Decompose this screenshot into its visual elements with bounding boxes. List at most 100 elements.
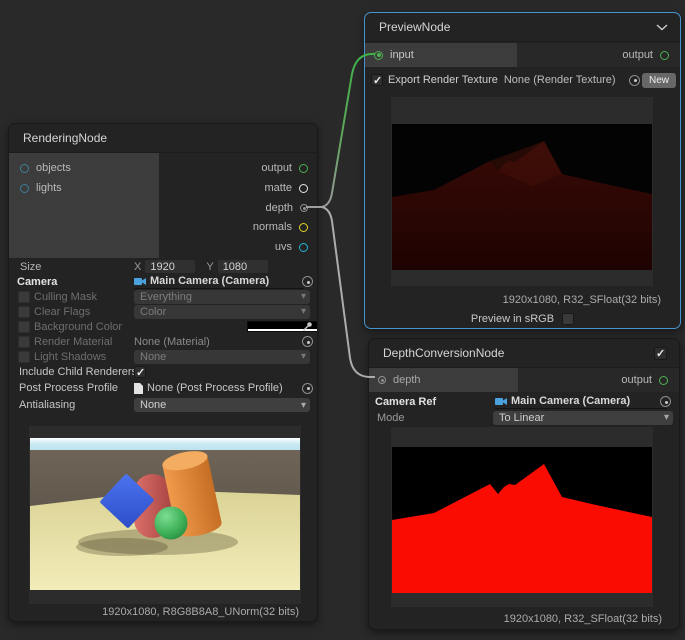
port-normals[interactable]: normals [253, 218, 308, 236]
depth-conversion-node-title: DepthConversionNode [383, 346, 504, 360]
eyedropper-icon[interactable] [302, 321, 313, 332]
port-objects[interactable]: objects [20, 159, 71, 177]
clear-flags-dropdown[interactable]: Color [134, 305, 310, 319]
depth-output-port-icon[interactable] [659, 376, 668, 385]
normals-port-icon[interactable] [299, 223, 308, 232]
camera-icon [134, 277, 146, 286]
export-render-texture-value[interactable]: None (Render Texture) [504, 74, 616, 86]
output-port-label: output [261, 162, 292, 174]
depth-port-label: depth [265, 202, 293, 214]
node-graph-canvas[interactable]: { "rendering_node": { "title": "Renderin… [0, 0, 685, 640]
output-port-icon[interactable] [299, 164, 308, 173]
clear-flags-override-checkbox[interactable] [18, 306, 30, 318]
camera-ref-icon [495, 397, 507, 406]
antialiasing-dropdown[interactable]: None [134, 398, 310, 412]
depth-conversion-ports: depth output [369, 368, 679, 392]
post-process-profile-label: Post Process Profile [19, 382, 118, 394]
post-process-profile-picker-icon[interactable] [302, 383, 313, 394]
rendering-node-header[interactable]: RenderingNode [9, 124, 317, 153]
rendering-node-preview [29, 426, 301, 604]
depth-port-icon[interactable] [300, 204, 308, 212]
depth-conversion-preview [391, 427, 653, 607]
background-color-label: Background Color [34, 321, 122, 333]
port-preview-output[interactable]: output [622, 43, 669, 67]
include-child-renderers-row: Include Child Renderers [9, 364, 317, 379]
light-shadows-override-checkbox[interactable] [18, 351, 30, 363]
size-x-field[interactable]: 1920 [145, 260, 195, 273]
lights-port-icon[interactable] [20, 184, 29, 193]
new-render-texture-button[interactable]: New [642, 73, 676, 88]
matte-port-icon[interactable] [299, 184, 308, 193]
render-material-picker-icon[interactable] [302, 336, 313, 347]
preview-output-port-label: output [622, 49, 653, 61]
camera-ref-picker-icon[interactable] [660, 396, 671, 407]
depth-conversion-node[interactable]: DepthConversionNode depth output Camera … [368, 338, 680, 630]
profile-asset-icon [134, 383, 143, 394]
port-uvs[interactable]: uvs [275, 238, 308, 256]
chevron-down-icon[interactable] [656, 24, 668, 31]
scene-preview-image [30, 438, 300, 590]
clear-flags-label: Clear Flags [34, 306, 90, 318]
depth-input-port-label: depth [393, 374, 421, 386]
matte-port-label: matte [264, 182, 292, 194]
rendering-node[interactable]: RenderingNode objects lights output matt… [8, 123, 318, 622]
rendering-node-title: RenderingNode [23, 131, 107, 145]
render-material-override-checkbox[interactable] [18, 336, 30, 348]
size-y-field[interactable]: 1080 [218, 260, 268, 273]
input-port-icon[interactable] [374, 51, 383, 60]
depth-conversion-preview-caption: 1920x1080, R32_SFloat(32 bits) [504, 613, 662, 625]
clear-flags-row: Clear Flags Color [9, 304, 317, 319]
light-shadows-label: Light Shadows [34, 351, 106, 363]
culling-mask-row: Culling Mask Everything [9, 289, 317, 304]
background-color-override-checkbox[interactable] [18, 321, 30, 333]
include-child-renderers-label: Include Child Renderers [19, 366, 137, 378]
camera-ref-row: Camera Ref Main Camera (Camera) [369, 394, 679, 409]
export-render-texture-row: Export Render Texture None (Render Textu… [365, 71, 680, 89]
depth-output-port-label: output [621, 374, 652, 386]
culling-mask-label: Culling Mask [34, 291, 97, 303]
rendering-node-preview-caption: 1920x1080, R8G8B8A8_UNorm(32 bits) [102, 606, 299, 618]
post-process-profile-field[interactable]: None (Post Process Profile) [134, 382, 283, 394]
port-lights[interactable]: lights [20, 179, 62, 197]
depth-raw-preview-image [392, 124, 652, 270]
depth-conversion-node-header[interactable]: DepthConversionNode [369, 339, 679, 368]
input-port-label: input [390, 49, 414, 61]
port-depth-input[interactable]: depth [378, 368, 421, 392]
depth-conversion-enabled-checkbox[interactable] [654, 347, 667, 360]
light-shadows-dropdown[interactable]: None [134, 350, 310, 364]
culling-mask-override-checkbox[interactable] [18, 291, 30, 303]
camera-picker-icon[interactable] [302, 276, 313, 287]
preview-node[interactable]: PreviewNode input output Export Render T… [364, 12, 681, 329]
preview-node-ports: input output [365, 43, 680, 67]
preview-node-header[interactable]: PreviewNode [365, 13, 680, 42]
port-input[interactable]: input [374, 43, 414, 67]
antialiasing-row: Antialiasing None [9, 397, 317, 413]
include-child-renderers-checkbox[interactable] [134, 366, 146, 378]
export-render-texture-checkbox[interactable] [371, 74, 383, 86]
light-shadows-row: Light Shadows None [9, 349, 317, 364]
mode-dropdown[interactable]: To Linear [493, 411, 673, 425]
port-depth[interactable]: depth [265, 199, 308, 217]
camera-object-field[interactable]: Main Camera (Camera) [134, 275, 304, 289]
rendering-node-ports: objects lights output matte depth normal… [9, 153, 317, 258]
mode-label: Mode [377, 412, 405, 424]
preview-srgb-checkbox[interactable] [562, 313, 574, 325]
depth-linear-preview-image [392, 447, 652, 593]
size-x-label: X [134, 261, 141, 273]
render-material-row: Render Material None (Material) [9, 334, 317, 349]
camera-label: Camera [17, 276, 57, 288]
export-render-texture-picker-icon[interactable] [629, 75, 640, 86]
port-output[interactable]: output [261, 159, 308, 177]
size-row: Size X 1920 Y 1080 [9, 259, 317, 274]
uvs-port-icon[interactable] [299, 243, 308, 252]
depth-input-port-icon[interactable] [378, 376, 386, 384]
culling-mask-dropdown[interactable]: Everything [134, 290, 310, 304]
preview-output-port-icon[interactable] [660, 51, 669, 60]
port-matte[interactable]: matte [264, 179, 308, 197]
objects-port-icon[interactable] [20, 164, 29, 173]
camera-row: Camera Main Camera (Camera) [9, 274, 317, 289]
camera-ref-object-field[interactable]: Main Camera (Camera) [495, 395, 667, 409]
render-material-field[interactable]: None (Material) [134, 336, 210, 348]
size-y-label: Y [206, 261, 213, 273]
port-depth-output[interactable]: output [621, 368, 668, 392]
